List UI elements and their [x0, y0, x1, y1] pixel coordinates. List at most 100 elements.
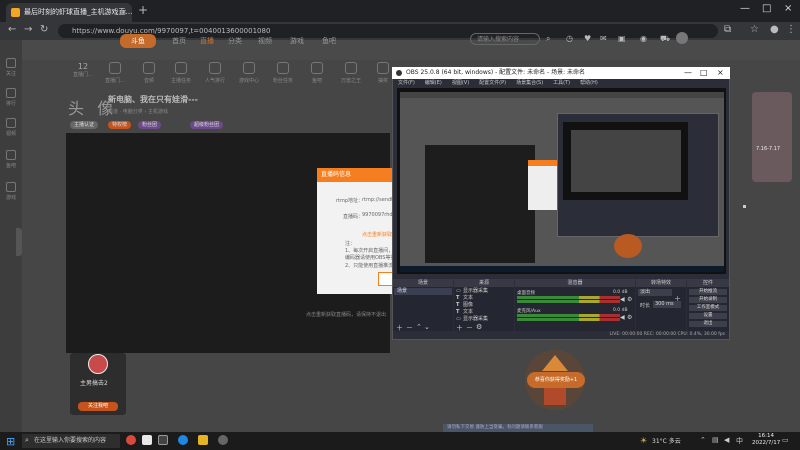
nav-live[interactable]: 直播 — [200, 36, 214, 46]
category-item[interactable]: 游戏中心 — [236, 62, 262, 84]
category-item[interactable]: 主播任务 — [168, 62, 194, 84]
duration-input[interactable]: 300 ms — [653, 301, 681, 308]
history-icon[interactable]: ◷ — [566, 34, 573, 43]
duration-label: 时长 — [640, 303, 651, 309]
task-view-icon[interactable] — [158, 435, 168, 445]
follow-button[interactable]: 关注我吧 — [78, 402, 118, 411]
minimize-icon[interactable]: — — [740, 3, 750, 14]
badge[interactable]: 粉丝团 — [138, 121, 162, 129]
exit-button[interactable]: 退出 — [689, 321, 727, 327]
nav-yuba[interactable]: 鱼吧 — [322, 36, 336, 46]
start-recording-button[interactable]: 开始录制 — [689, 297, 727, 303]
scene-down-icon[interactable]: ⌄ — [424, 323, 430, 331]
category-item[interactable]: 音频 — [136, 62, 162, 84]
app-icon[interactable] — [142, 435, 152, 445]
transition-select[interactable]: 淡出 — [638, 289, 672, 296]
badge[interactable]: 超级粉丝团 — [190, 121, 224, 129]
ime-icon[interactable]: 中 — [736, 436, 743, 446]
menu-profile[interactable]: 配置文件(P) — [479, 80, 506, 86]
extension-icon[interactable]: ⧉ — [724, 24, 731, 35]
category-item[interactable]: 12 直播门… — [70, 62, 96, 78]
network-icon[interactable]: ▤ — [712, 436, 719, 444]
category-item[interactable]: 万兽之王 — [338, 62, 364, 84]
app-download-icon[interactable]: ▣ — [618, 34, 626, 43]
douyu-favicon-icon — [11, 8, 20, 17]
close-tab-icon[interactable]: × — [121, 3, 127, 22]
new-tab-button[interactable]: + — [138, 3, 148, 17]
message-icon[interactable]: ✉ — [600, 34, 607, 43]
profile-icon[interactable]: ● — [770, 24, 779, 35]
right-side-ad[interactable] — [752, 92, 792, 182]
sidebar-item-game[interactable]: 游戏 — [2, 182, 20, 201]
live-icon[interactable]: ◉ — [640, 34, 647, 43]
source-item[interactable]: ▭ 显示器采集 — [455, 288, 510, 295]
nav-video[interactable]: 视频 — [258, 36, 272, 46]
sidebar-item-rank[interactable]: 排行 — [2, 88, 20, 107]
category-item[interactable]: 直播门… — [102, 62, 128, 84]
menu-tools[interactable]: 工具(T) — [553, 80, 570, 86]
notification-icon[interactable]: ▭ — [782, 436, 789, 444]
source-item[interactable]: T 文本 — [455, 309, 510, 316]
source-item[interactable]: T 图像 — [455, 302, 510, 309]
category-item[interactable]: 鱼吧 — [304, 62, 330, 84]
site-logo[interactable]: 斗鱼 — [120, 34, 156, 48]
volume-icon[interactable]: ◀ — [724, 436, 729, 444]
sidebar-collapse-handle[interactable] — [16, 228, 22, 256]
studio-mode-button[interactable]: 工作室模式 — [689, 305, 727, 311]
start-streaming-button[interactable]: 开始推流 — [689, 289, 727, 295]
scene-item[interactable]: 场景 — [394, 288, 452, 295]
menu-file[interactable]: 文件(F) — [398, 80, 415, 86]
source-item[interactable]: T 文本 — [455, 295, 510, 302]
category-item[interactable]: 人气排行 — [202, 62, 228, 84]
settings-button[interactable]: 设置 — [689, 313, 727, 319]
user-avatar[interactable] — [676, 32, 688, 44]
obs-taskbar-icon[interactable] — [218, 435, 228, 445]
sidebar-item-yuba[interactable]: 鱼吧 — [2, 150, 20, 169]
menu-icon[interactable]: ⋮ — [786, 24, 796, 35]
search-icon: ⌕ — [25, 436, 29, 444]
obs-close-icon[interactable]: × — [717, 67, 724, 79]
obs-maximize-icon[interactable]: □ — [700, 67, 708, 79]
nav-home[interactable]: 首页 — [172, 36, 186, 46]
nav-category[interactable]: 分类 — [228, 36, 242, 46]
file-explorer-icon[interactable] — [198, 435, 208, 445]
cart-icon[interactable]: ⛟ — [660, 34, 670, 44]
nav-game[interactable]: 游戏 — [290, 36, 304, 46]
menu-view[interactable]: 视图(V) — [452, 80, 469, 86]
monitor-icon: ▭ — [456, 288, 461, 294]
menu-help[interactable]: 帮助(H) — [580, 80, 598, 86]
speaker-icon[interactable]: ◀ — [620, 314, 625, 321]
scene-up-icon[interactable]: ⌃ — [416, 323, 422, 331]
source-item[interactable]: ▭ 显示器采集 — [455, 316, 510, 323]
forward-icon[interactable]: → — [24, 24, 32, 35]
speaker-icon[interactable]: ◀ — [620, 296, 625, 303]
tray-up-arrow-icon[interactable]: ⌃ — [700, 436, 706, 444]
follow-icon[interactable]: ♥ — [584, 34, 591, 43]
rtmp-label: rtmp地址： — [336, 198, 364, 204]
browser-tab[interactable]: 最后时刻的虾球直播_主机游戏直… × — [6, 3, 132, 22]
sidebar-item-follow[interactable]: 关注 — [2, 58, 20, 77]
source-settings-icon[interactable]: ⚙ — [476, 323, 482, 331]
taskbar-search-input[interactable]: 在这里输入你要搜索的内容 — [22, 434, 120, 448]
search-icon[interactable]: ⌕ — [546, 34, 550, 44]
close-window-icon[interactable]: × — [784, 3, 792, 14]
obs-minimize-icon[interactable]: — — [684, 67, 692, 79]
back-icon[interactable]: ← — [8, 24, 16, 35]
sidebar-item-video[interactable]: 视频 — [2, 118, 20, 137]
menu-edit[interactable]: 编辑(E) — [425, 80, 442, 86]
reload-icon[interactable]: ↻ — [40, 24, 48, 35]
tab-title: 最后时刻的虾球直播_主机游戏直… — [24, 8, 132, 16]
menu-scene-collection[interactable]: 场景集合(S) — [516, 80, 543, 86]
taskbar-clock[interactable]: 16:14 2022/7/17 — [752, 433, 780, 447]
category-item[interactable]: 粉丝任务 — [270, 62, 296, 84]
settings-icon[interactable]: ⚙ — [627, 296, 632, 303]
dialog-footer-text: 点击重新获取直播码，请保持不退出 — [306, 312, 387, 318]
settings-icon[interactable]: ⚙ — [627, 314, 632, 321]
bookmark-icon[interactable]: ☆ — [750, 24, 759, 35]
app-360-icon[interactable] — [126, 435, 136, 445]
site-search-input[interactable]: 请输入搜索内容 — [470, 33, 540, 45]
maximize-icon[interactable]: □ — [762, 3, 771, 14]
edge-browser-icon[interactable] — [178, 435, 188, 445]
windows-start-icon[interactable]: ⊞ — [6, 435, 15, 448]
dock-header-scenes: 场景 — [393, 279, 453, 287]
